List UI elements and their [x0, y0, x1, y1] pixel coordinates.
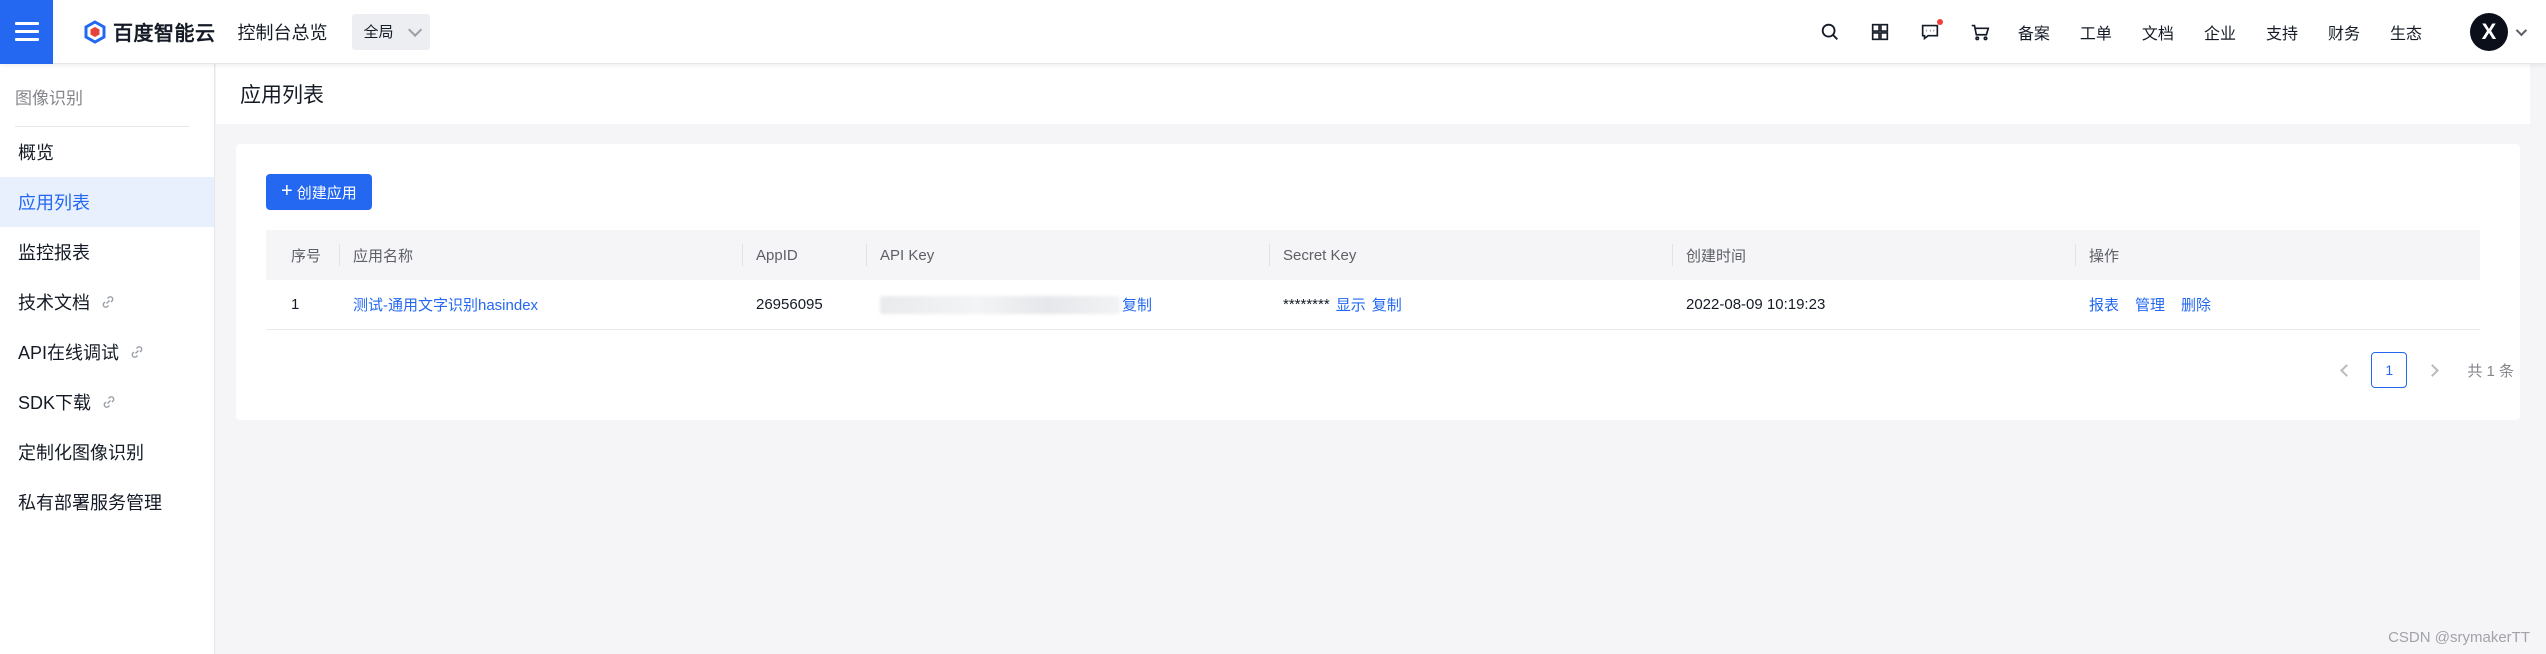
sidebar-item-label: 技术文档: [18, 293, 90, 313]
chevron-down-icon[interactable]: [2515, 24, 2528, 36]
pagination-total: 共 1 条: [2467, 362, 2514, 380]
col-app-name: 应用名称: [339, 230, 742, 280]
notification-dot: [1936, 18, 1943, 25]
sidebar-item[interactable]: 定制化图像识别: [0, 427, 214, 477]
secret-key-copy-link[interactable]: 复制: [1372, 294, 1402, 315]
external-link-icon: [129, 344, 145, 360]
page-title: 应用列表: [240, 84, 324, 107]
api-key-cell: 复制: [866, 280, 1269, 329]
sidebar-item-label: 概览: [18, 143, 54, 163]
console-overview-link[interactable]: 控制台总览: [238, 19, 328, 45]
sidebar-item-label: 定制化图像识别: [18, 443, 144, 463]
pagination: 1 共 1 条: [2333, 352, 2514, 388]
row-index: 1: [291, 296, 300, 313]
manage-link[interactable]: 管理: [2135, 294, 2165, 315]
sidebar-item[interactable]: 应用列表: [0, 177, 214, 227]
col-secret-key: Secret Key: [1269, 230, 1672, 280]
avatar[interactable]: X: [2470, 12, 2508, 51]
sidebar-item-label: API在线调试: [18, 343, 120, 363]
external-link-icon: [100, 294, 116, 310]
sidebar-item[interactable]: API在线调试: [0, 327, 214, 377]
sidebar-item[interactable]: 监控报表: [0, 227, 214, 277]
hamburger-icon: [14, 22, 39, 41]
menu-button[interactable]: [0, 0, 53, 64]
grid-icon[interactable]: [1868, 20, 1892, 44]
app-name-link[interactable]: 测试-通用文字识别hasindex: [353, 294, 538, 315]
plus-icon: +: [281, 180, 293, 202]
table-header: 序号 应用名称 AppID API Key Secret Key 创建时间 操作: [266, 230, 2480, 280]
sidebar: 图像识别 概览应用列表监控报表技术文档 API在线调试 SDK下载定制化图像识别 私有…: [0, 64, 215, 654]
nav-ecosystem[interactable]: 生态: [2390, 20, 2422, 44]
external-link-icon: [101, 394, 117, 410]
sidebar-item-label: 监控报表: [18, 243, 90, 263]
table-row: 1 测试-通用文字识别hasindex 26956095 复制 ********…: [266, 280, 2480, 330]
region-value: 全局: [363, 24, 394, 41]
next-page-button[interactable]: [2419, 352, 2445, 388]
secret-key-masked: ********: [1283, 296, 1330, 313]
secret-key-show-link[interactable]: 显示: [1336, 294, 1366, 315]
brand-name: 百度智能云: [113, 23, 216, 45]
region-select[interactable]: 全局: [351, 13, 430, 50]
nav-support[interactable]: 支持: [2266, 20, 2298, 44]
secret-key-cell: ******** 显示 复制: [1269, 280, 1672, 329]
sidebar-item-label: SDK下载: [18, 393, 92, 413]
cloud-logo-icon: [84, 19, 106, 44]
nav-finance[interactable]: 财务: [2328, 20, 2360, 44]
watermark: CSDN @srymakerTT: [2388, 629, 2530, 646]
delete-link[interactable]: 删除: [2181, 294, 2211, 315]
api-key-copy-link[interactable]: 复制: [1122, 294, 1152, 315]
prev-page-button[interactable]: [2333, 352, 2359, 388]
chevron-down-icon: [407, 22, 422, 37]
chevron-left-icon: [2339, 363, 2353, 377]
create-app-button[interactable]: + 创建应用: [266, 174, 372, 210]
search-icon[interactable]: [1818, 20, 1842, 44]
col-api-key: API Key: [866, 230, 1269, 280]
top-bar: 百度智能云 控制台总览 全局 备案 工单 文档 企业 支持 财务 生态 X: [0, 0, 2546, 64]
app-list-card: + 创建应用 序号 应用名称 AppID API Key Secret Key …: [236, 144, 2520, 420]
sidebar-item[interactable]: 技术文档: [0, 277, 214, 327]
nav-ticket[interactable]: 工单: [2080, 20, 2112, 44]
nav-beian[interactable]: 备案: [2018, 20, 2050, 44]
sidebar-item-label: 应用列表: [18, 193, 90, 213]
app-table: 序号 应用名称 AppID API Key Secret Key 创建时间 操作…: [266, 230, 2480, 330]
top-right-nav: 备案 工单 文档 企业 支持 财务 生态 X: [1792, 0, 2546, 64]
page-1-button[interactable]: 1: [2371, 352, 2408, 388]
sidebar-item-label: 私有部署服务管理: [18, 493, 162, 513]
sidebar-title: 图像识别: [15, 89, 83, 108]
app-id-value: 26956095: [756, 296, 823, 313]
col-actions: 操作: [2075, 230, 2480, 280]
create-app-label: 创建应用: [296, 184, 357, 202]
api-key-redacted: [880, 295, 1120, 314]
chevron-right-icon: [2425, 363, 2439, 377]
actions-cell: 报表 管理 删除: [2075, 280, 2480, 329]
col-created-at: 创建时间: [1672, 230, 2075, 280]
report-link[interactable]: 报表: [2089, 294, 2119, 315]
col-index: 序号: [291, 247, 322, 265]
cart-icon[interactable]: [1968, 20, 1992, 44]
message-icon[interactable]: [1918, 18, 1943, 44]
brand-logo[interactable]: 百度智能云: [83, 17, 216, 46]
col-app-id: AppID: [742, 230, 866, 280]
sidebar-item[interactable]: 概览: [0, 127, 214, 177]
page-header: 应用列表: [216, 64, 2530, 124]
created-at-value: 2022-08-09 10:19:23: [1686, 296, 1826, 313]
nav-enterprise[interactable]: 企业: [2204, 20, 2236, 44]
sidebar-list: 概览应用列表监控报表技术文档 API在线调试 SDK下载定制化图像识别 私有部署服务管…: [0, 127, 214, 527]
sidebar-item[interactable]: SDK下载: [0, 377, 214, 427]
sidebar-item[interactable]: 私有部署服务管理: [0, 477, 214, 527]
nav-docs[interactable]: 文档: [2142, 20, 2174, 44]
